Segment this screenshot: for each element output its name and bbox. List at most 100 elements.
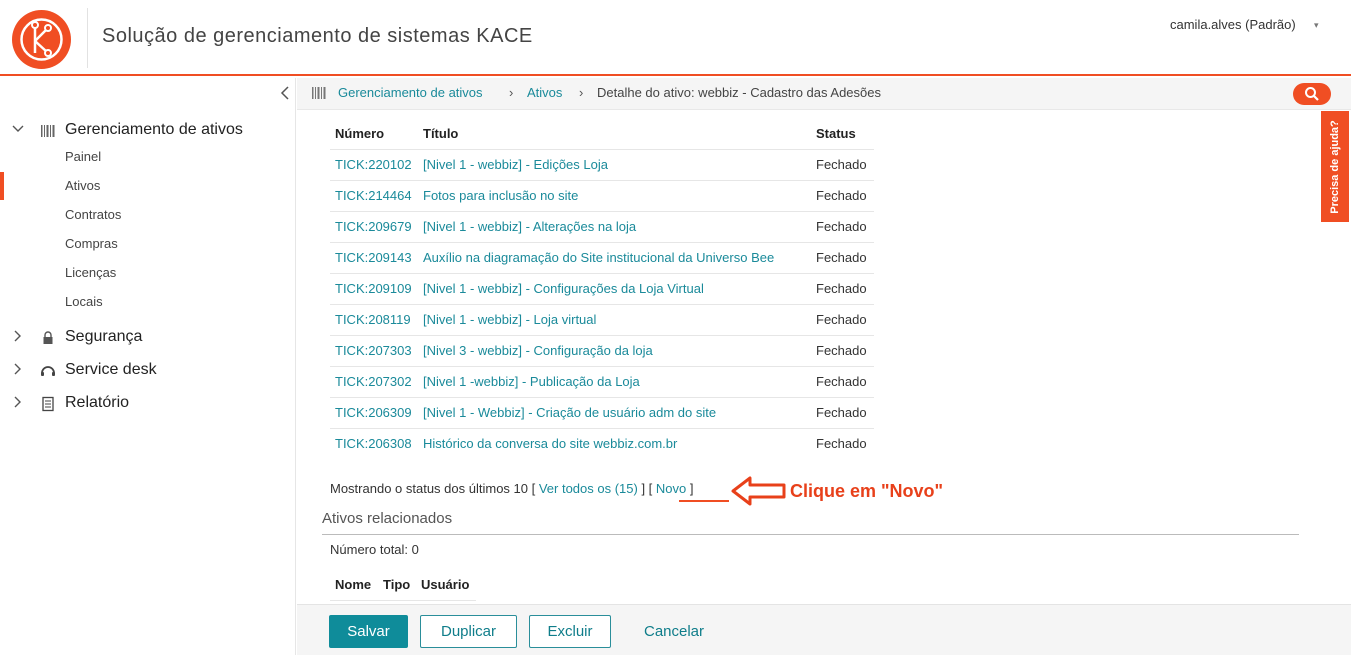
related-table-divider <box>330 600 476 601</box>
user-menu[interactable]: camila.alves (Padrão) <box>1170 17 1296 32</box>
chevron-down-icon[interactable]: ▾ <box>1314 20 1319 31</box>
app-header: Solução de gerenciamento de sistemas KAC… <box>0 0 1351 76</box>
ticket-number-link[interactable]: TICK:220102 <box>335 157 412 172</box>
sidebar-group-label: Gerenciamento de ativos <box>65 121 243 138</box>
ticket-status: Fechado <box>816 374 867 389</box>
column-header-numero: Número <box>335 126 385 141</box>
breadcrumb-item-ativos[interactable]: Ativos <box>527 85 562 100</box>
duplicate-button[interactable]: Duplicar <box>420 615 517 648</box>
section-divider <box>322 534 1299 535</box>
table-row: TICK:207302 [Nivel 1 -webbiz] - Publicaç… <box>330 366 874 397</box>
table-row: TICK:209143 Auxílio na diagramação do Si… <box>330 242 874 273</box>
ticket-status: Fechado <box>816 436 867 451</box>
ticket-number-link[interactable]: TICK:208119 <box>335 312 411 327</box>
related-assets-title: Ativos relacionados <box>322 510 453 527</box>
ticket-status: Fechado <box>816 250 867 265</box>
sidebar-item-licencas[interactable]: Licenças <box>65 265 116 280</box>
column-header-tipo: Tipo <box>383 577 411 592</box>
sidebar-group-seguranca[interactable]: Segurança <box>0 326 296 350</box>
ticket-title-link[interactable]: Histórico da conversa do site webbiz.com… <box>423 436 677 451</box>
ticket-number-link[interactable]: TICK:206309 <box>335 405 412 420</box>
kace-logo-icon <box>20 18 63 61</box>
barcode-icon <box>312 87 326 99</box>
app-title: Solução de gerenciamento de sistemas KAC… <box>102 25 533 47</box>
cancel-button[interactable]: Cancelar <box>629 615 719 648</box>
sidebar-item-locais[interactable]: Locais <box>65 294 103 309</box>
ticket-status: Fechado <box>816 281 867 296</box>
chevron-right-icon[interactable] <box>11 362 25 376</box>
showing-suffix: ] <box>686 481 694 496</box>
related-total: Número total: 0 <box>330 542 419 557</box>
save-button[interactable]: Salvar <box>329 615 408 648</box>
delete-button[interactable]: Excluir <box>529 615 611 648</box>
ticket-title-link[interactable]: [Nivel 1 - Webbiz] - Criação de usuário … <box>423 405 716 420</box>
help-tab-label: Precisa de ajuda? <box>1329 119 1341 214</box>
ticket-number-link[interactable]: TICK:209679 <box>335 219 412 234</box>
ticket-status: Fechado <box>816 405 867 420</box>
chevron-down-icon[interactable] <box>11 122 25 136</box>
active-indicator <box>0 172 4 200</box>
showing-prefix: Mostrando o status dos últimos 10 [ <box>330 481 539 496</box>
column-header-titulo: Título <box>423 126 459 141</box>
ticket-status: Fechado <box>816 312 867 327</box>
column-header-nome: Nome <box>335 577 372 592</box>
sidebar-group-label: Relatório <box>65 394 130 411</box>
ticket-title-link[interactable]: Fotos para inclusão no site <box>423 188 578 203</box>
sidebar-item-contratos[interactable]: Contratos <box>65 207 121 222</box>
ticket-status: Fechado <box>816 343 867 358</box>
sidebar-group-relatorio[interactable]: Relatório <box>0 392 296 416</box>
lock-icon <box>43 331 53 344</box>
ticket-number-link[interactable]: TICK:206308 <box>335 436 412 451</box>
ticket-title-link[interactable]: [Nivel 3 - webbiz] - Configuração da loj… <box>423 343 653 358</box>
ticket-number-link[interactable]: TICK:214464 <box>335 188 412 203</box>
table-row: TICK:209679 [Nivel 1 - webbiz] - Alteraç… <box>330 211 874 242</box>
ticket-title-link[interactable]: Auxílio na diagramação do Site instituci… <box>423 250 774 265</box>
breadcrumb-separator: › <box>579 85 584 100</box>
sidebar-item-compras[interactable]: Compras <box>65 236 118 251</box>
action-footer: Salvar Duplicar Excluir Cancelar <box>297 604 1351 655</box>
table-row: TICK:214464 Fotos para inclusão no site … <box>330 180 874 211</box>
breadcrumb: Gerenciamento de ativos › Ativos › Detal… <box>297 78 1351 110</box>
annotation-text: Clique em "Novo" <box>790 481 944 501</box>
search-button[interactable] <box>1293 83 1331 105</box>
ticket-number-link[interactable]: TICK:209109 <box>335 281 412 296</box>
ticket-title-link[interactable]: [Nivel 1 - webbiz] - Configurações da Lo… <box>423 281 704 296</box>
ticket-status: Fechado <box>816 219 867 234</box>
search-icon <box>1305 87 1319 101</box>
table-row: TICK:209109 [Nivel 1 - webbiz] - Configu… <box>330 273 874 304</box>
ticket-number-link[interactable]: TICK:209143 <box>335 250 412 265</box>
report-icon <box>42 396 54 412</box>
help-tab[interactable]: Precisa de ajuda? <box>1321 111 1349 222</box>
breadcrumb-separator: › <box>509 85 514 100</box>
annotation-arrow-icon <box>731 476 786 506</box>
sidebar-item-painel[interactable]: Painel <box>65 149 101 164</box>
ticket-title-link[interactable]: [Nivel 1 - webbiz] - Alterações na loja <box>423 219 636 234</box>
ticket-number-link[interactable]: TICK:207302 <box>335 374 412 389</box>
sidebar-group-service-desk[interactable]: Service desk <box>0 359 296 383</box>
ticket-title-link[interactable]: [Nivel 1 - webbiz] - Loja virtual <box>423 312 596 327</box>
ticket-number-link[interactable]: TICK:207303 <box>335 343 412 358</box>
kace-logo[interactable] <box>12 10 71 69</box>
ticket-title-link[interactable]: [Nivel 1 - webbiz] - Edições Loja <box>423 157 608 172</box>
breadcrumb-current: Detalhe do ativo: webbiz - Cadastro das … <box>597 85 882 100</box>
ticket-status: Fechado <box>816 188 867 203</box>
collapse-sidebar-icon[interactable] <box>278 84 292 102</box>
ticket-status: Fechado <box>816 157 867 172</box>
sidebar-group-gerenciamento-de-ativos[interactable]: Gerenciamento de ativos <box>0 119 296 143</box>
table-row: TICK:208119 [Nivel 1 - webbiz] - Loja vi… <box>330 304 874 335</box>
sidebar-item-ativos[interactable]: Ativos <box>65 178 100 193</box>
chevron-right-icon[interactable] <box>11 329 25 343</box>
sidebar: Gerenciamento de ativos Painel Ativos Co… <box>0 78 296 655</box>
ticket-title-link[interactable]: [Nivel 1 -webbiz] - Publicação da Loja <box>423 374 640 389</box>
new-ticket-link[interactable]: Novo <box>656 481 686 496</box>
header-divider <box>87 8 88 68</box>
view-all-link[interactable]: Ver todos os (15) <box>539 481 638 496</box>
sidebar-group-label: Service desk <box>65 361 157 378</box>
sidebar-group-label: Segurança <box>65 328 143 345</box>
breadcrumb-item-gerenciamento[interactable]: Gerenciamento de ativos <box>338 85 483 100</box>
barcode-icon <box>41 125 55 137</box>
table-row: TICK:207303 [Nivel 3 - webbiz] - Configu… <box>330 335 874 366</box>
table-row: TICK:206308 Histórico da conversa do sit… <box>330 428 874 459</box>
table-row: TICK:206309 [Nivel 1 - Webbiz] - Criação… <box>330 397 874 428</box>
chevron-right-icon[interactable] <box>11 395 25 409</box>
